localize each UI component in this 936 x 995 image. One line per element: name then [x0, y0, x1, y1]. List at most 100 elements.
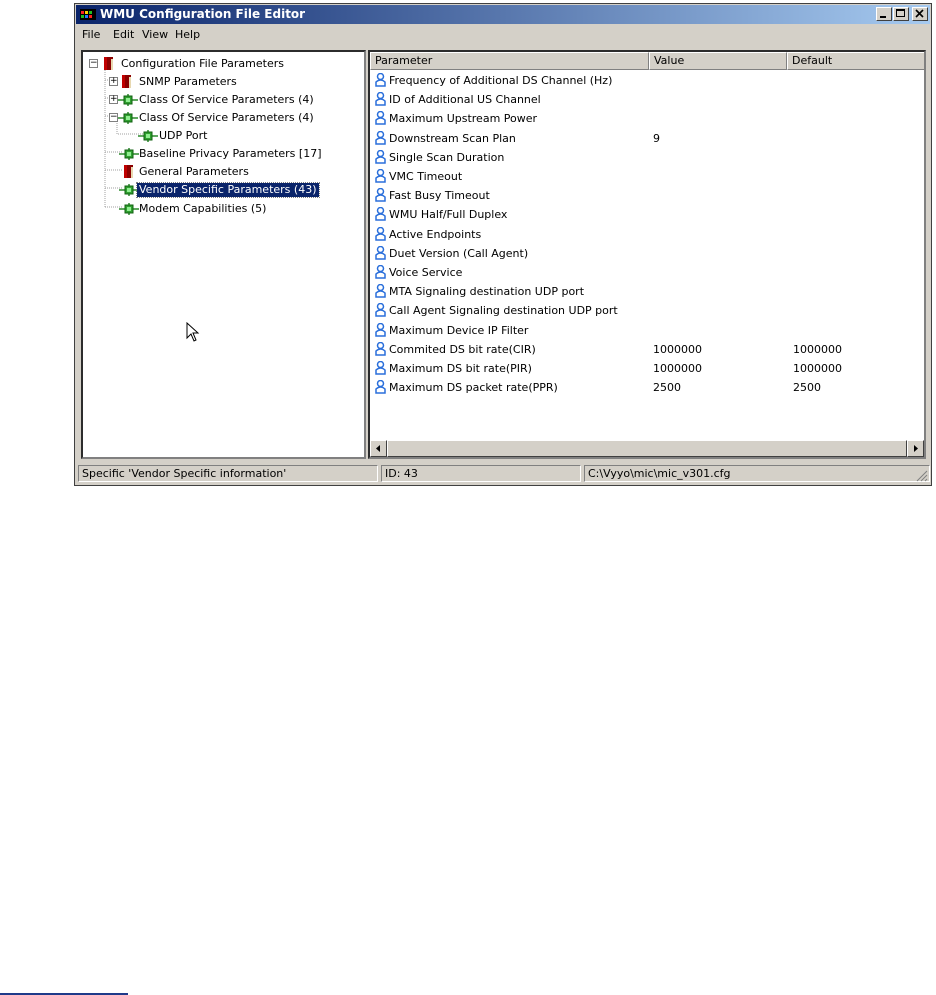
- expander-glyph: −: [90, 58, 98, 68]
- cell-value: 1000000: [653, 342, 702, 356]
- table-row[interactable]: WMU Half/Full Duplex: [370, 206, 924, 225]
- menu-help[interactable]: Help: [175, 28, 200, 41]
- minimize-icon: [880, 16, 886, 18]
- table-row[interactable]: Single Scan Duration: [370, 149, 924, 168]
- tree-node[interactable]: + Class Of Service Parameters (4): [83, 92, 353, 108]
- tree-node[interactable]: Modem Capabilities (5): [83, 201, 353, 217]
- column-header-parameter[interactable]: Parameter: [370, 52, 649, 70]
- network-node-icon: [119, 146, 139, 165]
- tree-node-label: General Parameters: [139, 165, 249, 178]
- horizontal-scrollbar[interactable]: [370, 440, 924, 457]
- book-icon: [101, 56, 115, 75]
- table-row[interactable]: Maximum Upstream Power: [370, 110, 924, 129]
- menu-file[interactable]: File: [82, 28, 100, 41]
- cell-parameter: MTA Signaling destination UDP port: [389, 285, 585, 299]
- cell-default: 1000000: [793, 362, 842, 375]
- tree-node[interactable]: UDP Port: [83, 128, 353, 144]
- status-id: ID: 43: [381, 465, 581, 482]
- resize-grip-icon[interactable]: [916, 470, 928, 482]
- menu-bar: File Edit View Help: [76, 25, 930, 45]
- tree-node-label: Class Of Service Parameters (4): [139, 93, 314, 106]
- table-row[interactable]: Duet Version (Call Agent): [370, 245, 924, 264]
- user-icon: [375, 111, 386, 128]
- cell-value: 2500: [653, 381, 681, 395]
- tree-node-label: Class Of Service Parameters (4): [139, 111, 314, 124]
- table-row[interactable]: Commited DS bit rate(CIR) 1000000 1000000: [370, 341, 924, 360]
- scroll-thumb[interactable]: [387, 440, 907, 457]
- user-icon: [375, 303, 386, 320]
- user-icon: [375, 187, 386, 205]
- table-row[interactable]: Active Endpoints: [370, 226, 924, 245]
- app-icon: [80, 9, 96, 20]
- network-node-icon: [119, 182, 139, 201]
- status-file-path: C:\Vyyo\mic\mic_v301.cfg: [584, 465, 930, 482]
- user-icon: [375, 379, 386, 397]
- tree-node[interactable]: − Configuration File Parameters: [83, 56, 353, 72]
- status-description: Specific 'Vendor Specific information': [78, 465, 378, 482]
- table-row[interactable]: VMC Timeout: [370, 168, 924, 187]
- table-row[interactable]: Fast Busy Timeout: [370, 187, 924, 206]
- maximize-icon: [896, 9, 905, 17]
- cell-parameter: Voice Service: [389, 266, 463, 279]
- menu-edit[interactable]: Edit: [113, 28, 134, 41]
- user-icon: [375, 168, 386, 186]
- column-header-value[interactable]: Value: [649, 52, 787, 70]
- tree-node-label: UDP Port: [159, 129, 208, 142]
- network-node-icon: [138, 128, 158, 147]
- maximize-button[interactable]: [893, 7, 909, 21]
- tree-node-label: Vendor Specific Parameters (43): [136, 182, 320, 198]
- app-window: WMU Configuration File Editor File Edit …: [74, 3, 932, 486]
- table-row[interactable]: Call Agent Signaling destination UDP por…: [370, 302, 924, 321]
- user-icon: [375, 226, 386, 244]
- tree-view[interactable]: − Configuration File Parameters + SNMP Para…: [81, 50, 366, 459]
- expand-icon[interactable]: +: [109, 76, 118, 86]
- table-row[interactable]: ID of Additional US Channel: [370, 91, 924, 110]
- mouse-cursor-icon: [186, 322, 200, 342]
- network-node-icon: [118, 110, 138, 129]
- collapse-icon[interactable]: −: [89, 58, 98, 68]
- user-icon: [375, 207, 386, 224]
- cell-value: 9: [653, 131, 660, 145]
- user-icon: [375, 264, 386, 282]
- table-row[interactable]: Maximum DS bit rate(PIR) 1000000 1000000: [370, 360, 924, 379]
- collapse-icon[interactable]: −: [109, 112, 118, 122]
- expander-glyph: −: [110, 112, 118, 122]
- user-icon: [375, 283, 386, 301]
- user-icon: [375, 245, 386, 263]
- tree-node[interactable]: + SNMP Parameters: [83, 74, 353, 90]
- tree-node[interactable]: Baseline Privacy Parameters [17]: [83, 146, 353, 162]
- cell-parameter: Call Agent Signaling destination UDP por…: [389, 304, 618, 318]
- cell-parameter: Maximum DS packet rate(PPR): [389, 381, 558, 395]
- table-row[interactable]: Frequency of Additional DS Channel (Hz): [370, 72, 924, 91]
- table-row[interactable]: Voice Service: [370, 264, 924, 283]
- tree-node-label: SNMP Parameters: [139, 75, 237, 88]
- tree-node[interactable]: − Class Of Service Parameters (4): [83, 110, 353, 126]
- book-icon: [121, 164, 135, 183]
- arrow-right-icon: [914, 445, 918, 452]
- tree-node-label: Modem Capabilities (5): [139, 202, 267, 215]
- network-node-icon: [118, 92, 138, 111]
- close-button[interactable]: [912, 7, 928, 21]
- menu-view[interactable]: View: [142, 28, 168, 41]
- tree-node[interactable]: Vendor Specific Parameters (43): [83, 182, 353, 198]
- cell-parameter: WMU Half/Full Duplex: [389, 208, 508, 222]
- scroll-right-button[interactable]: [907, 440, 924, 457]
- arrow-left-icon: [376, 445, 380, 452]
- book-icon: [119, 74, 133, 93]
- close-icon: [915, 9, 924, 18]
- user-icon: [375, 149, 386, 167]
- table-row[interactable]: MTA Signaling destination UDP port: [370, 283, 924, 302]
- column-header-default[interactable]: Default: [787, 52, 924, 70]
- table-row[interactable]: Maximum DS packet rate(PPR) 2500 2500: [370, 379, 924, 398]
- cell-default: 1000000: [793, 342, 842, 356]
- cell-parameter: Maximum Upstream Power: [389, 112, 538, 126]
- expand-icon[interactable]: +: [109, 94, 118, 104]
- table-row[interactable]: Downstream Scan Plan 9: [370, 130, 924, 149]
- minimize-button[interactable]: [876, 7, 892, 21]
- scroll-left-button[interactable]: [370, 440, 387, 457]
- table-row[interactable]: Maximum Device IP Filter: [370, 322, 924, 341]
- title-bar[interactable]: WMU Configuration File Editor: [76, 5, 930, 24]
- cell-value: 1000000: [653, 362, 702, 375]
- cell-parameter: Duet Version (Call Agent): [389, 246, 529, 260]
- tree-node[interactable]: General Parameters: [83, 164, 353, 180]
